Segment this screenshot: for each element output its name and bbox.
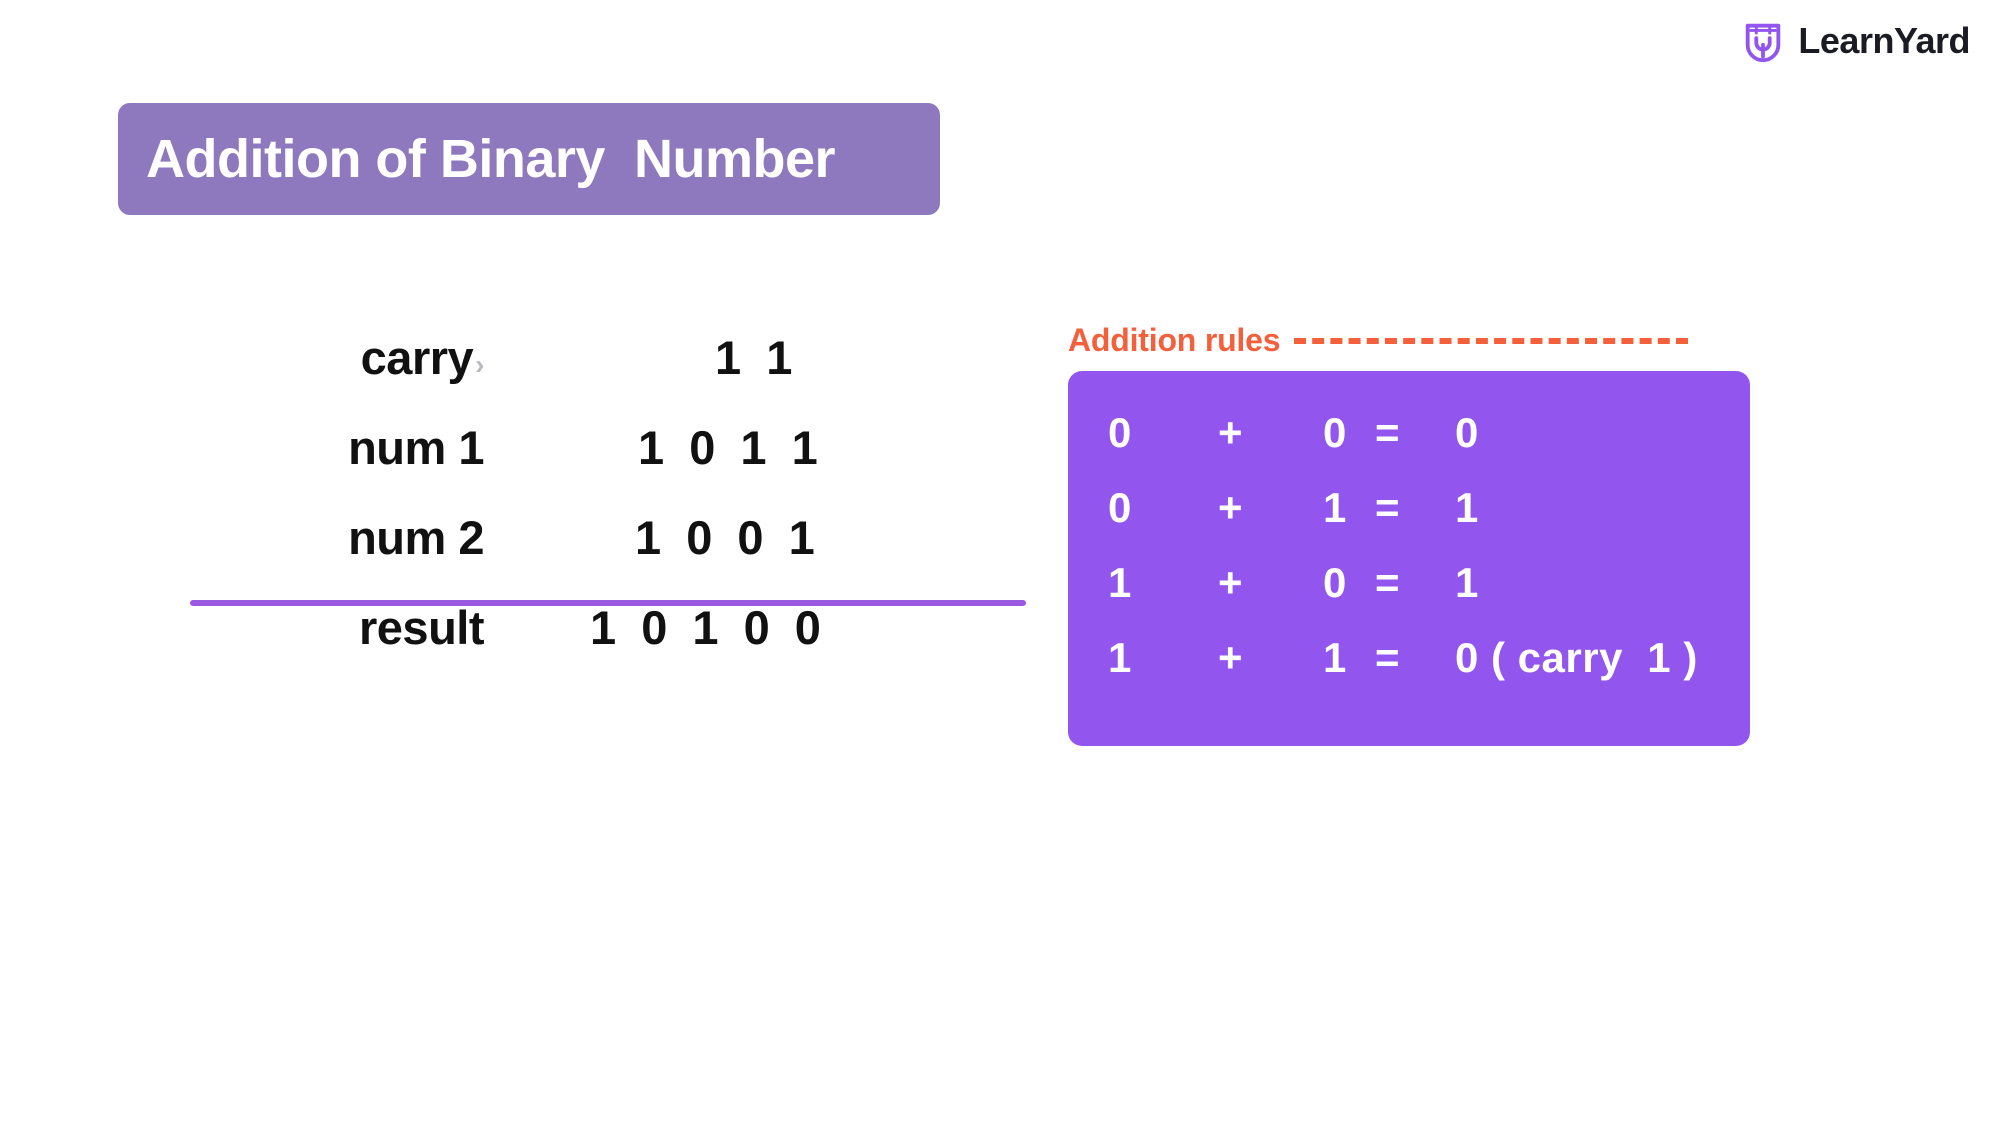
- row-label-num1: num 1: [348, 421, 484, 474]
- row-label-text: carry: [360, 331, 474, 384]
- row-label-num2: num 2: [348, 511, 484, 564]
- table-row: num 1 1 0 1 1: [150, 420, 1050, 510]
- plus-icon: +: [1218, 559, 1244, 606]
- rule-operand-b: 1: [1323, 634, 1347, 681]
- row-digits-result: 1 0 1 0 0: [590, 601, 827, 654]
- rule-result: 0 ( carry 1 ): [1455, 634, 1698, 681]
- rule-result: 1: [1455, 484, 1479, 531]
- table-row: carry› 1 1: [150, 330, 1050, 420]
- table-row: result 1 0 1 0 0: [150, 600, 1050, 690]
- page-title-banner: Addition of Binary Number: [118, 103, 940, 215]
- addition-rules-title: Addition rules: [1068, 322, 1281, 358]
- equals-icon: =: [1375, 634, 1401, 681]
- list-item: 1 + 1 = 0 ( carry 1 ): [1108, 634, 1750, 709]
- plus-icon: +: [1218, 409, 1244, 456]
- page-title: Addition of Binary Number: [146, 129, 836, 189]
- rule-result: 1: [1455, 559, 1479, 606]
- addition-rules-header: Addition rules: [1068, 324, 1688, 356]
- brand-name: LearnYard: [1798, 20, 1970, 61]
- equals-icon: =: [1375, 484, 1401, 531]
- binary-addition-worksheet: carry› 1 1 num 1 1 0 1 1 num 2 1 0 0 1 r…: [150, 330, 1050, 690]
- equals-icon: =: [1375, 409, 1401, 456]
- dashed-rule-line: [1294, 338, 1688, 344]
- rule-operand-a: 1: [1108, 634, 1132, 681]
- list-item: 0 + 1 = 1: [1108, 484, 1750, 559]
- learnyard-shield-icon: [1746, 23, 1781, 63]
- rule-operand-a: 0: [1108, 409, 1132, 456]
- row-digits-num1: 1 0 1 1: [638, 421, 824, 474]
- rule-result: 0: [1455, 409, 1479, 456]
- rule-operand-b: 0: [1323, 409, 1347, 456]
- brand-logo: LearnYard: [1740, 18, 1970, 64]
- addition-rules-box: 0 + 0 = 0 0 + 1 = 1 1 + 0 = 1 1 + 1 = 0 …: [1068, 371, 1750, 746]
- row-label-carry: carry›: [150, 330, 490, 385]
- row-digits-carry: 1 1: [715, 331, 799, 384]
- rule-operand-b: 0: [1323, 559, 1347, 606]
- rule-operand-a: 0: [1108, 484, 1132, 531]
- plus-icon: +: [1218, 634, 1244, 681]
- rule-operand-b: 1: [1323, 484, 1347, 531]
- rule-operand-a: 1: [1108, 559, 1132, 606]
- worksheet-divider: [190, 600, 1026, 606]
- row-label-result: result: [359, 601, 485, 654]
- table-row: num 2 1 0 0 1: [150, 510, 1050, 600]
- chevron-right-icon: ›: [475, 349, 484, 380]
- row-digits-num2: 1 0 0 1: [635, 511, 821, 564]
- list-item: 1 + 0 = 1: [1108, 559, 1750, 634]
- list-item: 0 + 0 = 0: [1108, 409, 1750, 484]
- plus-icon: +: [1218, 484, 1244, 531]
- equals-icon: =: [1375, 559, 1401, 606]
